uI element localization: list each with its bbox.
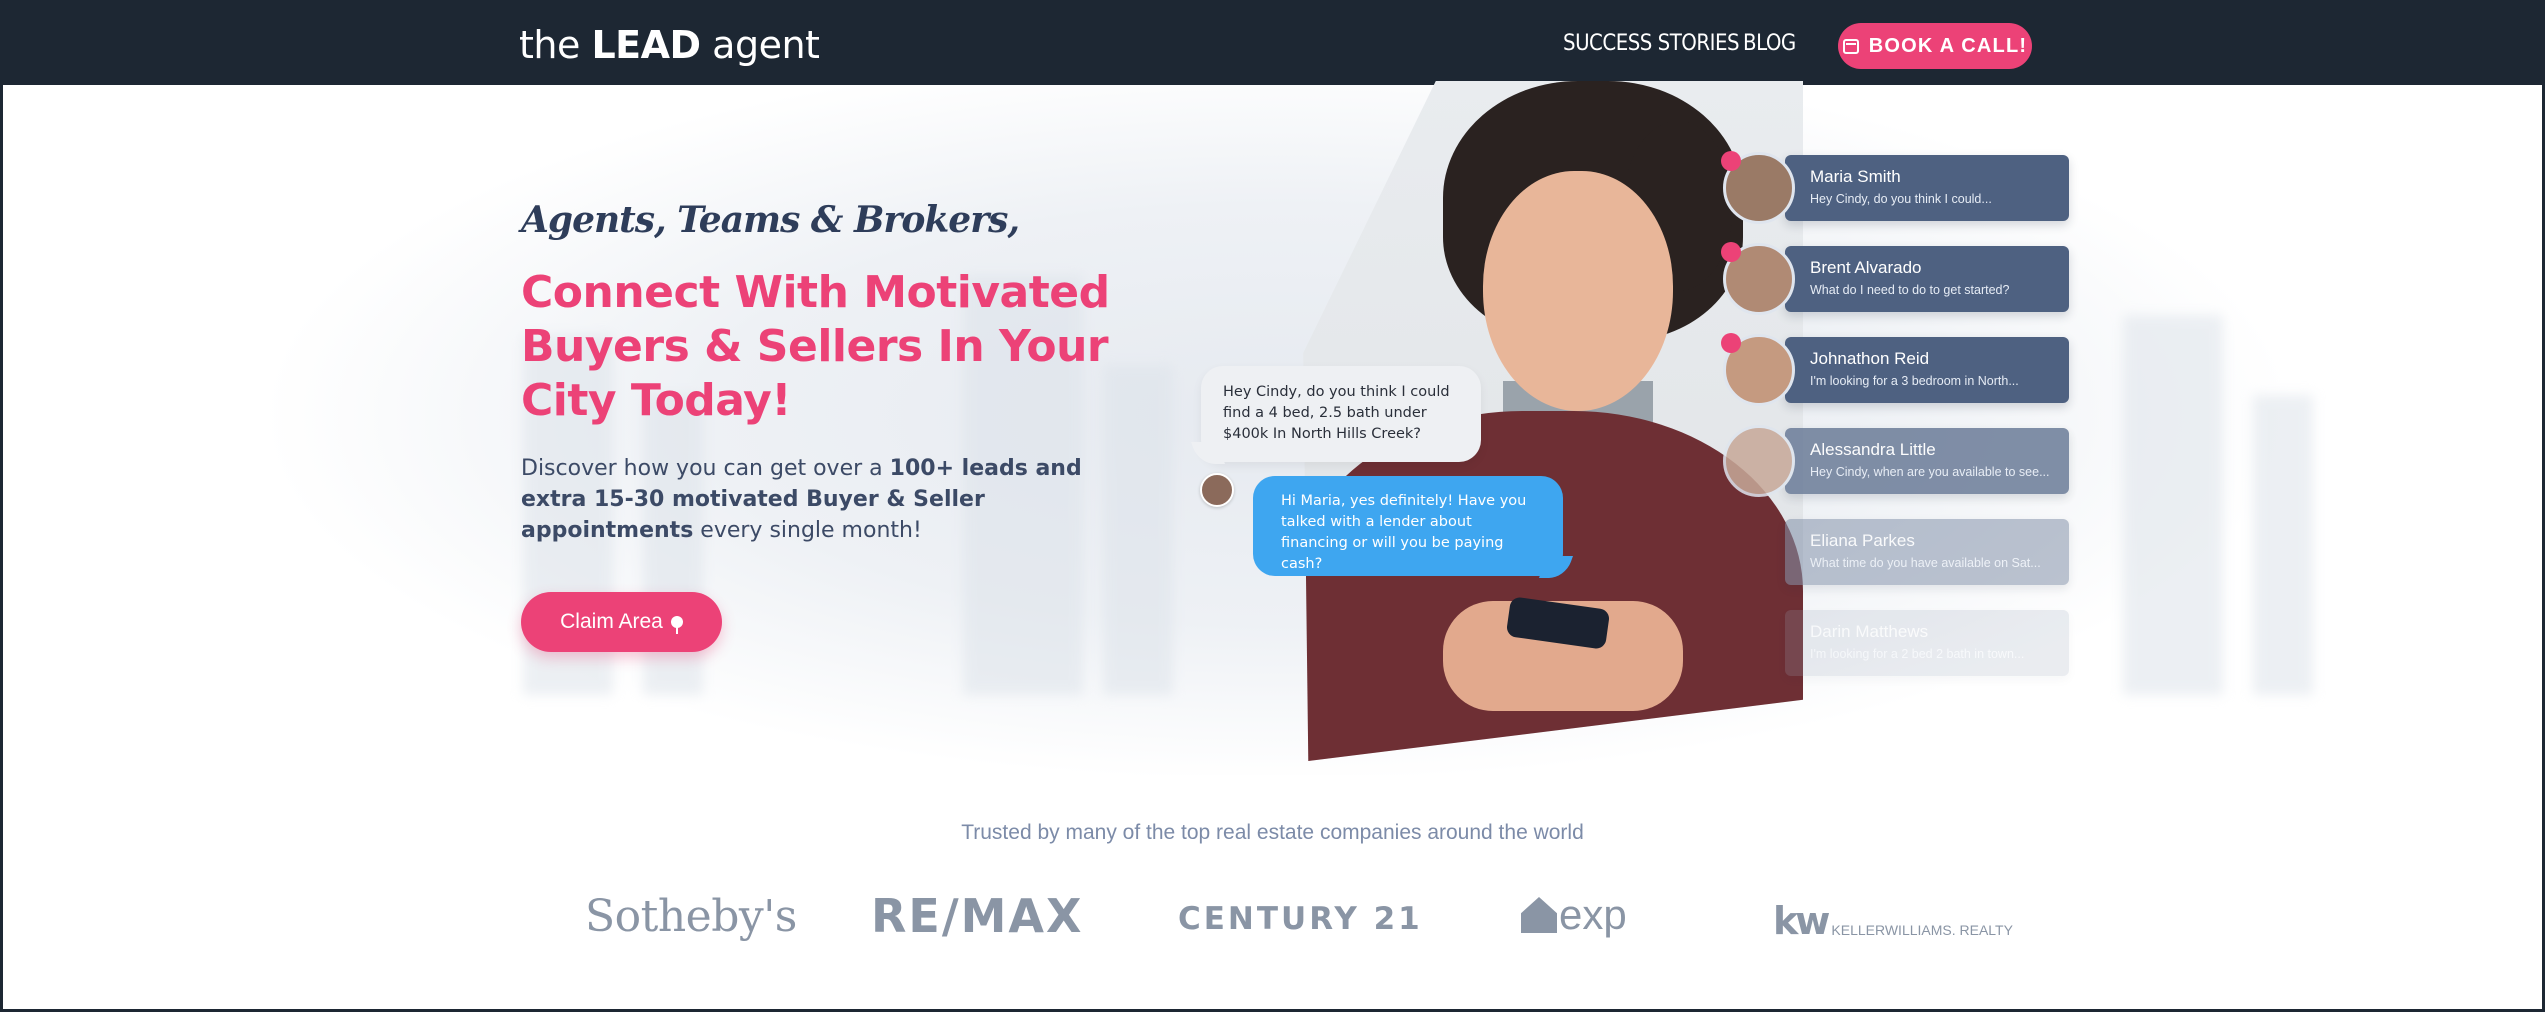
contact-card-bg: [1785, 155, 2069, 221]
city-building: [2253, 395, 2313, 695]
book-a-call-label: BOOK A CALL!: [1868, 34, 2028, 57]
unread-dot: [1721, 242, 1741, 262]
keller-williams-logo: kw KELLERWILLIAMS. REALTY: [1773, 899, 2013, 943]
logo-suffix: agent: [700, 23, 820, 67]
kw-mark: kw: [1773, 899, 1830, 943]
contact-card-eliana-parkes[interactable]: Eliana Parkes What time do you have avai…: [1723, 519, 2069, 585]
contact-name: Maria Smith: [1810, 167, 1901, 186]
hero-description: Discover how you can get over a 100+ lea…: [521, 453, 1111, 546]
sothebys-logo: Sotheby's: [585, 891, 797, 942]
contact-card-bg: [1785, 246, 2069, 312]
contact-name: Alessandra Little: [1810, 440, 1936, 459]
kw-text: KELLERWILLIAMS. REALTY: [1831, 922, 2013, 938]
contact-card-brent-alvarado[interactable]: Brent Alvarado What do I need to do to g…: [1721, 242, 2069, 315]
hero-headline: Connect With Motivated Buyers & Sellers …: [521, 267, 1110, 426]
contact-card-bg: [1785, 337, 2069, 403]
top-navbar: the LEAD agent SUCCESS STORIES BLOG BOOK…: [3, 3, 2542, 85]
contact-message: Hey Cindy, do you think I could...: [1810, 192, 1992, 206]
incoming-chat-bubble: Hey Cindy, do you think I could find a 4…: [1201, 366, 1481, 462]
logo-prefix: the: [519, 23, 592, 67]
exp-text: exp: [1559, 891, 1627, 938]
brand-logo[interactable]: the LEAD agent: [519, 23, 820, 67]
contact-name: Johnathon Reid: [1810, 349, 1930, 368]
remax-logo: RE/MAX: [871, 889, 1084, 943]
claim-area-label: Claim Area: [560, 610, 663, 633]
browser-frame: the LEAD agent SUCCESS STORIES BLOG BOOK…: [0, 0, 2545, 1012]
century21-logo: CENTURY 21: [1178, 901, 1423, 937]
contact-name: Eliana Parkes: [1810, 531, 1915, 550]
trusted-by-heading: Trusted by many of the top real estate c…: [961, 821, 1584, 844]
city-building: [2123, 315, 2223, 695]
contact-name: Darin Matthews: [1810, 622, 1929, 641]
contact-message: Hey Cindy, when are you available to see…: [1810, 465, 2050, 479]
outgoing-chat-bubble: Hi Maria, yes definitely! Have you talke…: [1253, 476, 1563, 576]
nav-link-blog[interactable]: BLOG: [1743, 31, 1796, 56]
house-icon: [1521, 897, 1557, 933]
contact-message: What do I need to do to get started?: [1810, 283, 2010, 297]
hero-kicker: Agents, Teams & Brokers,: [521, 199, 1020, 241]
avatar: [1723, 425, 1795, 497]
contact-card-maria-smith[interactable]: Maria Smith Hey Cindy, do you think I co…: [1721, 151, 2069, 224]
contact-card-johnathon-reid[interactable]: Johnathon Reid I'm looking for a 3 bedro…: [1721, 333, 2069, 406]
contact-name: Brent Alvarado: [1810, 258, 1922, 277]
contact-message: What time do you have available on Sat..…: [1810, 556, 2041, 570]
contact-card-bg: [1785, 519, 2069, 585]
book-a-call-button[interactable]: BOOK A CALL!: [1838, 23, 2032, 69]
contact-card-bg: [1785, 428, 2069, 494]
contact-card-bg: [1785, 610, 2069, 676]
unread-dot: [1721, 151, 1741, 171]
exp-realty-logo: exp: [1521, 891, 1627, 939]
contact-message: I'm looking for a 2 bed 2 bath in town..…: [1810, 647, 2025, 661]
calendar-icon: [1842, 38, 1859, 54]
contact-card-darin-matthews[interactable]: Darin Matthews I'm looking for a 2 bed 2…: [1723, 610, 2069, 676]
claim-area-button[interactable]: Claim Area: [521, 592, 722, 652]
desc-part-1: Discover how you can get over a: [521, 456, 890, 481]
logo-brand: LEAD: [591, 23, 701, 67]
map-pin-icon: [670, 616, 683, 634]
contact-message: I'm looking for a 3 bedroom in North...: [1810, 374, 2019, 388]
unread-dot: [1721, 333, 1741, 353]
desc-part-2: every single month!: [693, 518, 922, 543]
chat-avatar: [1200, 473, 1234, 507]
contact-card-alessandra-little[interactable]: Alessandra Little Hey Cindy, when are yo…: [1723, 425, 2069, 497]
nav-link-success-stories[interactable]: SUCCESS STORIES: [1563, 31, 1740, 56]
photo-face: [1483, 171, 1673, 411]
